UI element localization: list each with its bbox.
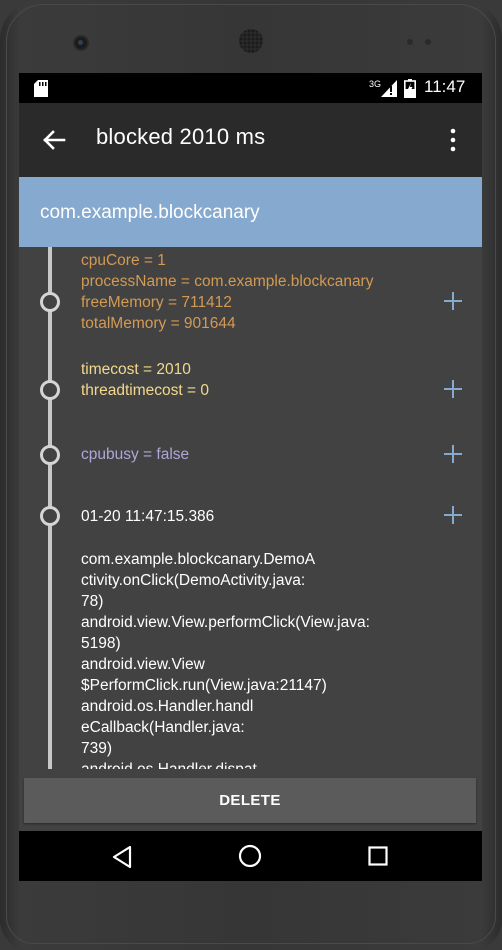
stack-trace: com.example.blockcanary.DemoA ctivity.on… [81, 549, 451, 769]
status-clock: 11:47 [424, 77, 466, 96]
light-sensor [425, 39, 431, 45]
stack-line: 78) [81, 593, 104, 610]
earpiece-speaker [239, 29, 263, 53]
entry-line: totalMemory = 901644 [81, 315, 236, 332]
network-type-label: 3G [369, 79, 382, 89]
stack-line: 739) [81, 740, 113, 757]
sd-card-icon [34, 80, 48, 97]
screen: 3G 11:47 blocked 2010 ms com.example.blo… [19, 73, 482, 881]
more-vert-icon[interactable] [443, 123, 463, 157]
stack-line: android.os.Handler.dispat [81, 759, 451, 769]
timeline-node [40, 380, 60, 400]
signal-icon [381, 80, 397, 97]
status-bar: 3G 11:47 [19, 73, 482, 103]
app-bar: blocked 2010 ms [19, 103, 482, 177]
battery-icon [404, 79, 416, 98]
entry-line: cpuCore = 1 [81, 252, 166, 269]
expand-plus-icon[interactable] [443, 291, 463, 311]
arrow-left-icon[interactable] [37, 123, 71, 157]
expand-plus-icon[interactable] [443, 379, 463, 399]
stack-line: 5198) [81, 635, 121, 652]
timeline-node [40, 445, 60, 465]
stack-line: eCallback(Handler.java: [81, 719, 245, 736]
nav-home-circle-icon[interactable] [238, 844, 262, 868]
timeline-node [40, 292, 60, 312]
package-header: com.example.blockcanary [19, 177, 482, 247]
expand-plus-icon[interactable] [443, 444, 463, 464]
front-camera [73, 35, 89, 51]
time-cost-entry: timecost = 2010 threadtimecost = 0 [81, 359, 209, 401]
expand-plus-icon[interactable] [443, 505, 463, 525]
nav-back-triangle-icon[interactable] [111, 845, 133, 869]
entry-line: cpubusy = false [81, 446, 190, 463]
stack-line: ctivity.onClick(DemoActivity.java: [81, 572, 306, 589]
stack-line: android.os.Handler.handl [81, 698, 254, 715]
stack-line: com.example.blockcanary.DemoA [81, 551, 316, 568]
nav-recents-square-icon[interactable] [368, 846, 388, 866]
cpu-busy-entry: cpubusy = false [81, 444, 189, 465]
bottom-panel: DELETE [19, 769, 482, 831]
timestamp-entry: 01-20 11:47:15.386 [81, 506, 214, 527]
phone-frame: 3G 11:47 blocked 2010 ms com.example.blo… [0, 0, 502, 950]
stack-line: android.view.View [81, 656, 205, 673]
package-name: com.example.blockcanary [40, 202, 260, 223]
entry-line: 01-20 11:47:15.386 [81, 508, 215, 525]
proximity-sensor [407, 39, 413, 45]
entry-line: threadtimecost = 0 [81, 382, 209, 399]
entry-line: processName = com.example.blockcanary [81, 273, 374, 290]
stack-line: android.view.View.performClick(View.java… [81, 614, 370, 631]
stack-line: $PerformClick.run(View.java:21147) [81, 677, 327, 694]
entry-line: timecost = 2010 [81, 361, 191, 378]
navigation-bar [19, 831, 482, 881]
page-title: blocked 2010 ms [96, 124, 266, 149]
delete-button[interactable]: DELETE [24, 778, 476, 823]
entry-line: freeMemory = 711412 [81, 294, 232, 311]
device-info-entry: cpuCore = 1 processName = com.example.blo… [81, 250, 373, 334]
timeline-node [40, 506, 60, 526]
